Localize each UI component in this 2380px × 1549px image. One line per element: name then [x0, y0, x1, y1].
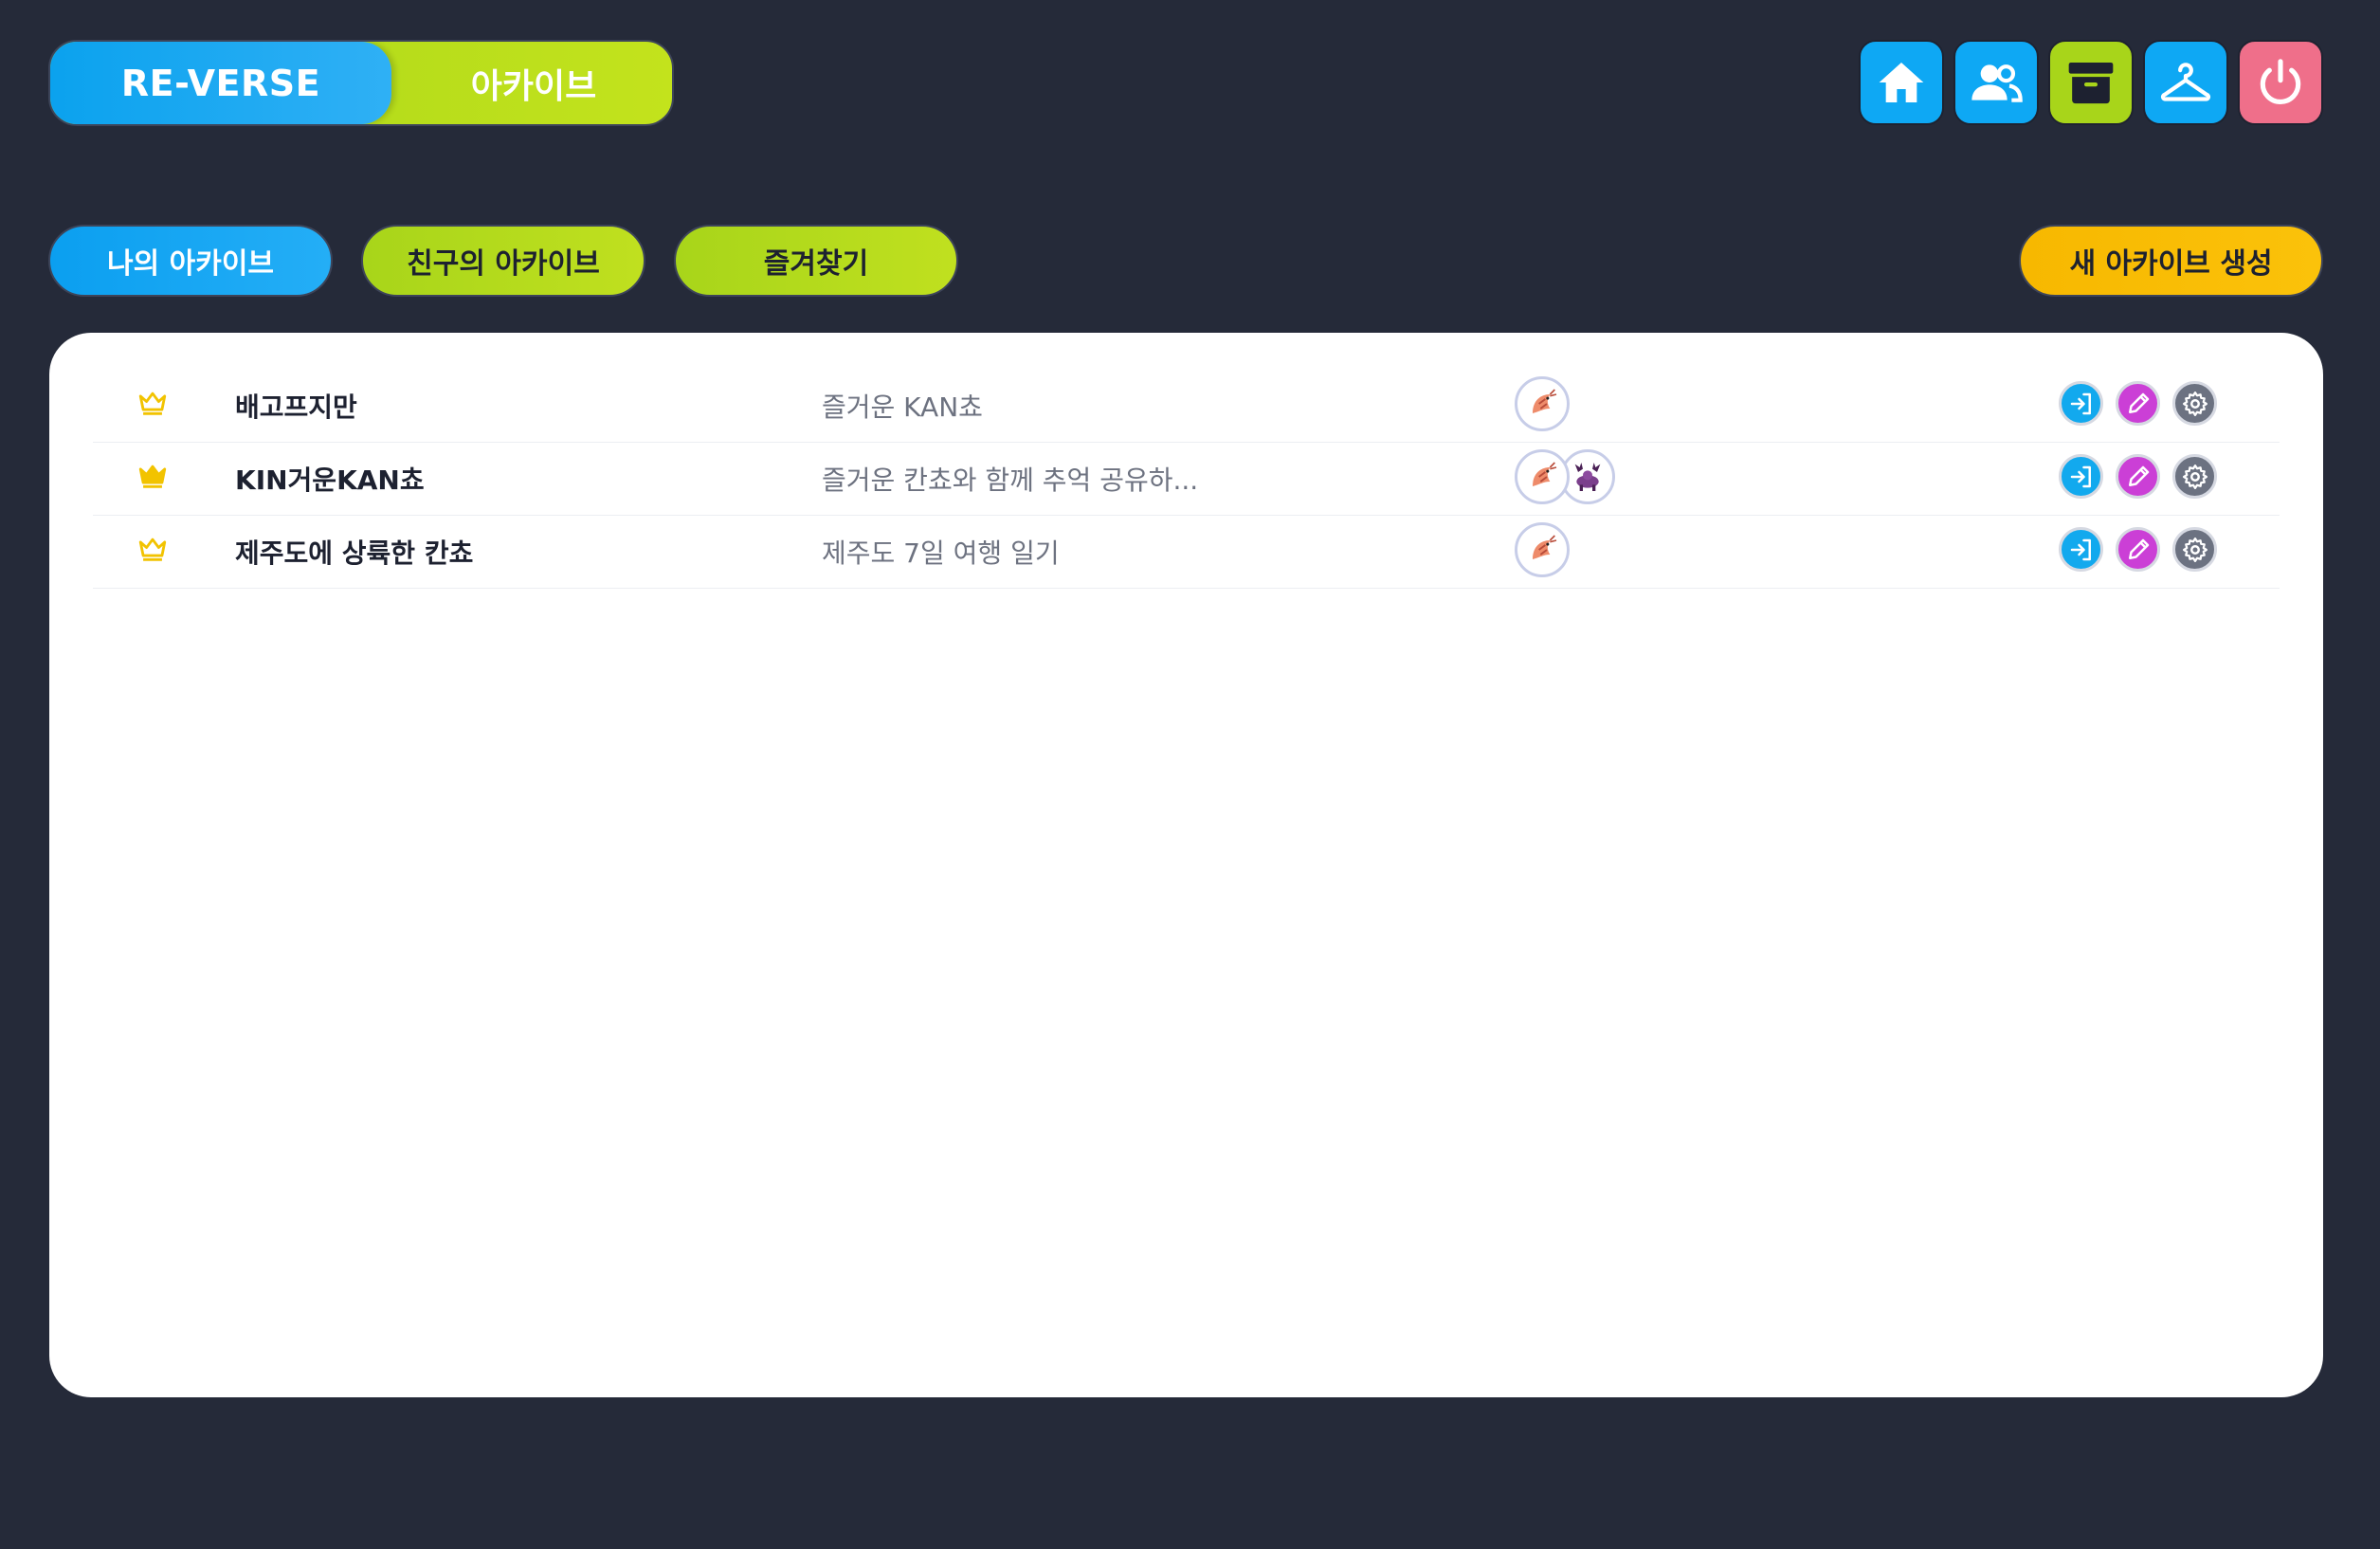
enter-archive-button[interactable] — [2059, 381, 2103, 426]
gear-icon — [2182, 391, 2207, 416]
row-actions — [2059, 527, 2217, 572]
logout-button[interactable] — [2238, 40, 2323, 125]
brand-header: RE-VERSE 아카이브 — [48, 40, 674, 126]
enter-icon — [2070, 465, 2091, 487]
home-icon — [1879, 63, 1924, 102]
pencil-icon — [2128, 465, 2149, 486]
archive-row[interactable]: 배고프지만 즐거운 KAN쵸 — [93, 370, 2280, 443]
archive-tabs: 나의 아카이브 친구의 아카이브 즐겨찾기 — [48, 225, 958, 297]
hanger-icon — [2160, 63, 2211, 101]
archive-description: 즐거운 칸쵸와 함께 추억 공유하... — [822, 465, 1199, 496]
home-button[interactable] — [1859, 40, 1944, 125]
page-title: 아카이브 — [470, 66, 597, 106]
crown-outline-icon — [136, 387, 169, 419]
tab-friends-archive[interactable]: 친구의 아카이브 — [361, 225, 645, 297]
pencil-icon — [2128, 538, 2149, 559]
archive-list-panel: 배고프지만 즐거운 KAN쵸 KIN거운KAN쵸 즐거운 칸쵸와 함께 추억 공유하.… — [49, 333, 2323, 1397]
crown-outline-icon — [136, 533, 169, 565]
enter-archive-button[interactable] — [2059, 454, 2103, 499]
archive-button[interactable] — [2048, 40, 2134, 125]
row-actions — [2059, 454, 2217, 499]
friends-button[interactable] — [1953, 40, 2039, 125]
friends-icon — [1971, 64, 2023, 102]
brand-name[interactable]: RE-VERSE — [50, 42, 391, 124]
member-avatars — [1515, 522, 1570, 577]
enter-icon — [2070, 392, 2091, 414]
pencil-icon — [2128, 392, 2149, 413]
top-nav — [1859, 40, 2323, 125]
gear-icon — [2182, 537, 2207, 562]
archive-settings-button[interactable] — [2172, 527, 2217, 572]
archive-icon — [2068, 63, 2114, 104]
tab-favorites[interactable]: 즐겨찾기 — [674, 225, 958, 297]
gear-icon — [2182, 464, 2207, 489]
shrimp-avatar — [1515, 522, 1570, 577]
edit-archive-button[interactable] — [2116, 527, 2160, 572]
tab-my-archive[interactable]: 나의 아카이브 — [48, 225, 333, 297]
archive-name: KIN거운KAN쵸 — [235, 465, 425, 496]
power-icon — [2260, 59, 2301, 104]
edit-archive-button[interactable] — [2116, 454, 2160, 499]
archive-name: 배고프지만 — [235, 392, 357, 423]
archive-settings-button[interactable] — [2172, 381, 2217, 426]
shrimp-avatar — [1515, 449, 1570, 504]
row-actions — [2059, 381, 2217, 426]
archive-name: 제주도에 상륙한 칸쵸 — [235, 538, 474, 569]
archive-row[interactable]: KIN거운KAN쵸 즐거운 칸쵸와 함께 추억 공유하... — [93, 443, 2280, 516]
member-avatars — [1515, 449, 1615, 504]
member-avatars — [1515, 376, 1570, 431]
archive-row[interactable]: 제주도에 상륙한 칸쵸 제주도 7일 여행 일기 — [93, 516, 2280, 589]
create-archive-button[interactable]: 새 아카이브 생성 — [2019, 225, 2323, 297]
shrimp-avatar — [1515, 376, 1570, 431]
wardrobe-button[interactable] — [2143, 40, 2228, 125]
archive-description: 즐거운 KAN쵸 — [822, 392, 983, 423]
crown-filled-icon — [136, 460, 169, 492]
enter-icon — [2070, 538, 2091, 560]
archive-settings-button[interactable] — [2172, 454, 2217, 499]
enter-archive-button[interactable] — [2059, 527, 2103, 572]
edit-archive-button[interactable] — [2116, 381, 2160, 426]
archive-description: 제주도 7일 여행 일기 — [822, 538, 1060, 569]
